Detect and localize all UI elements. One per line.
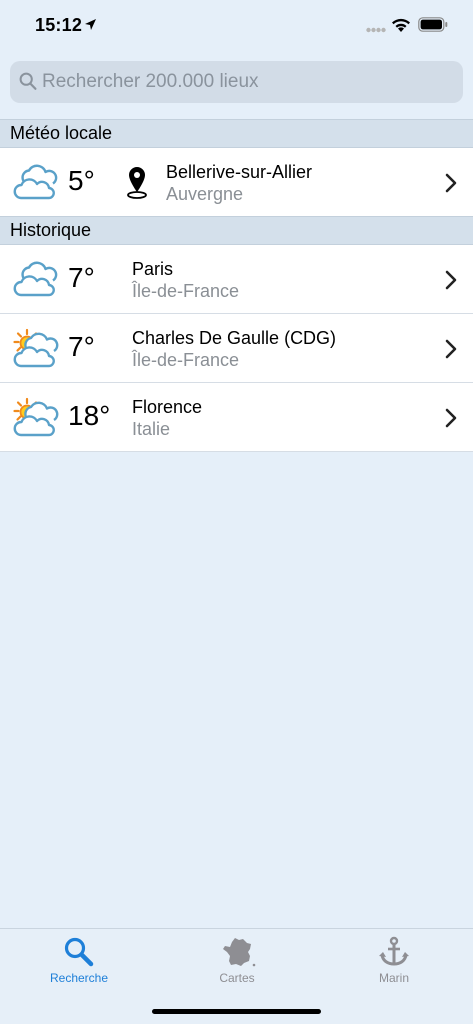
search-icon	[64, 937, 94, 967]
status-time: 15:12	[35, 15, 83, 35]
city-name: Charles De Gaulle (CDG)	[132, 328, 337, 348]
list-item-history[interactable]: 7° Charles De Gaulle (CDG) Île-de-France	[0, 314, 473, 383]
list-item-history[interactable]: 7° Paris Île-de-France	[0, 245, 473, 314]
chevron-right-icon	[445, 173, 457, 193]
section-header-history: Historique	[0, 216, 473, 245]
cellular-signal-icon	[366, 27, 386, 33]
temperature: 5°	[68, 165, 95, 196]
list-item-local[interactable]: 5° Bellerive-sur-Allier Auvergne	[0, 148, 473, 217]
region-name: Île-de-France	[132, 281, 240, 301]
region-name: Auvergne	[166, 184, 244, 204]
battery-icon	[418, 17, 448, 32]
tab-label: Marin	[378, 971, 409, 985]
section-header-local: Météo locale	[0, 119, 473, 148]
location-pin-icon	[127, 167, 147, 199]
cloudy-icon	[13, 164, 58, 200]
search-bar[interactable]	[10, 61, 463, 103]
chevron-right-icon	[445, 270, 457, 290]
tab-cartes[interactable]: Cartes	[177, 929, 297, 989]
wifi-icon	[392, 18, 410, 32]
location-arrow-icon	[85, 19, 96, 30]
screen: 15:12 Météo locale	[0, 0, 473, 1024]
tab-recherche[interactable]: Recherche	[19, 929, 139, 989]
list-item-history[interactable]: 18° Florence Italie	[0, 383, 473, 452]
temperature: 7°	[68, 331, 95, 362]
sun-behind-cloud-icon	[13, 328, 59, 368]
city-name: Florence	[132, 397, 203, 417]
chevron-right-icon	[445, 339, 457, 359]
status-bar: 15:12	[0, 0, 473, 50]
anchor-icon	[379, 936, 409, 966]
temperature: 7°	[68, 262, 95, 293]
search-input[interactable]	[42, 61, 452, 103]
city-name: Bellerive-sur-Allier	[166, 162, 313, 182]
france-map-icon	[223, 938, 256, 967]
cloudy-icon	[13, 261, 58, 297]
chevron-right-icon	[445, 408, 457, 428]
sun-behind-cloud-icon	[13, 397, 59, 437]
tab-label: Cartes	[219, 971, 255, 985]
tab-marin[interactable]: Marin	[334, 929, 454, 989]
city-name: Paris	[132, 259, 174, 279]
temperature: 18°	[68, 400, 111, 431]
home-indicator[interactable]	[152, 1009, 321, 1014]
region-name: Île-de-France	[132, 350, 240, 370]
region-name: Italie	[132, 419, 171, 439]
tab-label: Recherche	[49, 971, 109, 985]
search-icon	[19, 72, 37, 90]
